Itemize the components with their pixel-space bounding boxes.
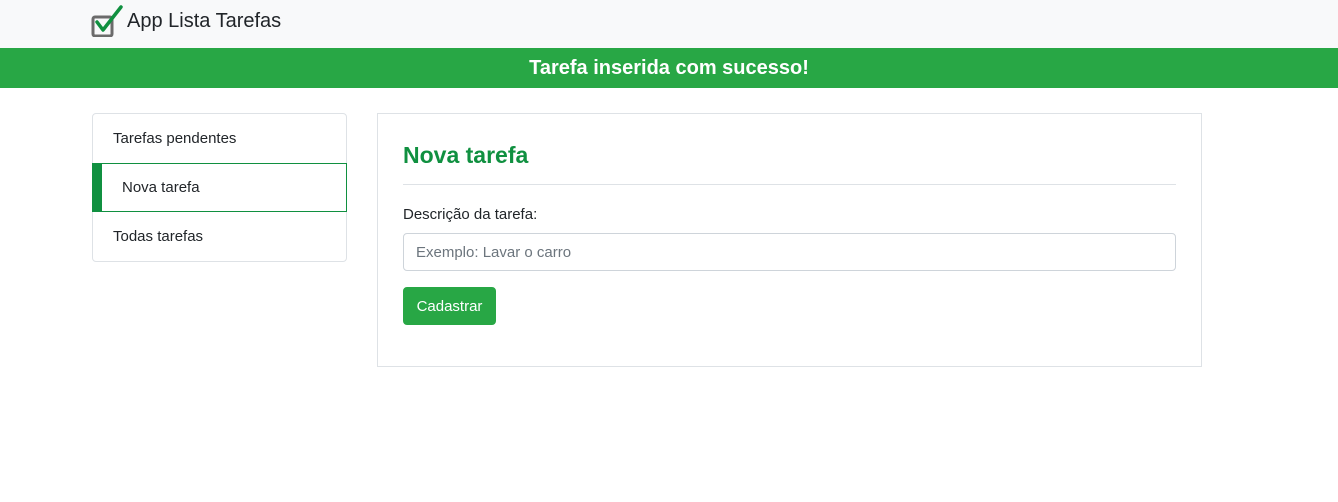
sidebar-menu: Tarefas pendentes Nova tarefa Todas tare… bbox=[92, 113, 347, 262]
divider bbox=[403, 184, 1176, 185]
description-label: Descrição da tarefa: bbox=[403, 206, 538, 223]
navbar: App Lista Tarefas bbox=[0, 0, 1338, 48]
task-description-input[interactable] bbox=[403, 233, 1176, 271]
sidebar-item-todas-tarefas[interactable]: Todas tarefas bbox=[93, 212, 346, 261]
sidebar-item-label: Todas tarefas bbox=[113, 228, 204, 245]
brand-link[interactable]: App Lista Tarefas bbox=[91, 4, 281, 38]
brand-title: App Lista Tarefas bbox=[127, 10, 282, 32]
success-alert: Tarefa inserida com sucesso! bbox=[0, 48, 1338, 88]
sidebar-item-label: Tarefas pendentes bbox=[113, 130, 237, 147]
alert-message: Tarefa inserida com sucesso! bbox=[529, 56, 809, 79]
page-title: Nova tarefa bbox=[403, 142, 529, 168]
sidebar-item-tarefas-pendentes[interactable]: Tarefas pendentes bbox=[93, 114, 346, 163]
checkbox-check-icon bbox=[91, 5, 123, 38]
submit-button[interactable]: Cadastrar bbox=[403, 287, 496, 325]
new-task-panel: Nova tarefa Descrição da tarefa: Cadastr… bbox=[377, 113, 1202, 367]
sidebar-item-label: Nova tarefa bbox=[122, 179, 200, 196]
sidebar-item-nova-tarefa[interactable]: Nova tarefa bbox=[92, 163, 347, 212]
